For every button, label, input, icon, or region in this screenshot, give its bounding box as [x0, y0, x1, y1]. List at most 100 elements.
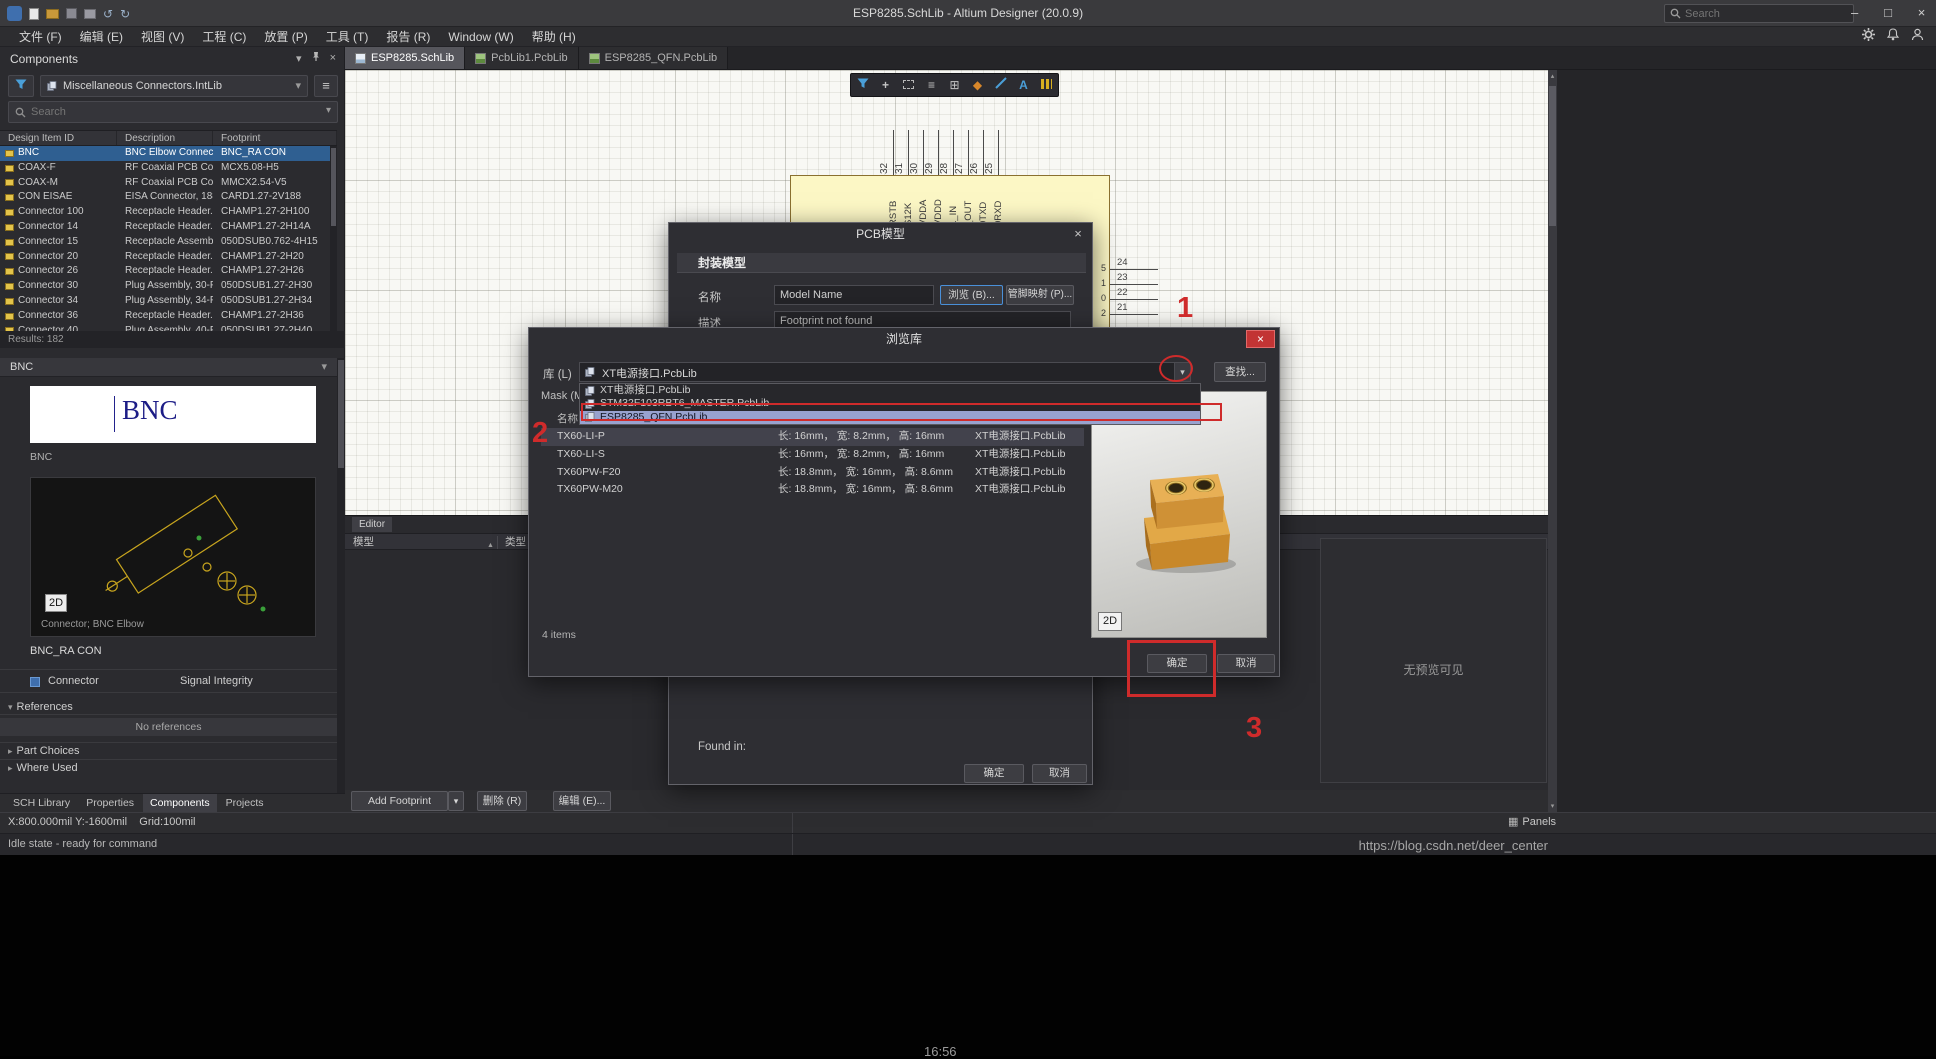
- new-document-icon[interactable]: [29, 8, 39, 20]
- gear-icon[interactable]: [1862, 28, 1875, 46]
- component-search-box[interactable]: ▾: [8, 101, 338, 123]
- close-icon[interactable]: ×: [1246, 330, 1275, 348]
- move-icon[interactable]: +: [876, 74, 896, 96]
- pin-map-button[interactable]: 管脚映射 (P)...: [1006, 285, 1074, 305]
- snap-grid-icon[interactable]: ⊞: [945, 74, 965, 96]
- undo-icon[interactable]: ↺: [103, 7, 113, 21]
- global-search-input[interactable]: [1685, 5, 1850, 22]
- panel-tab-properties[interactable]: Properties: [79, 794, 141, 812]
- panel-tab-sch-library[interactable]: SCH Library: [6, 794, 77, 812]
- panel-scrollbar[interactable]: [337, 358, 345, 793]
- pin-icon[interactable]: [311, 51, 321, 65]
- column-type[interactable]: 类型: [505, 534, 526, 550]
- menu-item[interactable]: 编辑 (E): [71, 27, 132, 47]
- component-row[interactable]: Connector 40Plug Assembly, 40-Pi...050DS…: [0, 324, 337, 331]
- redo-icon[interactable]: ↻: [120, 7, 130, 21]
- footprint-preview[interactable]: 2D Connector; BNC Elbow: [30, 477, 316, 637]
- close-icon[interactable]: ×: [1064, 223, 1092, 245]
- component-row[interactable]: Connector 26Receptacle Header...CHAMP1.2…: [0, 264, 337, 279]
- component-row[interactable]: Connector 100Receptacle Header...CHAMP1.…: [0, 205, 337, 220]
- save-icon[interactable]: [66, 8, 77, 19]
- minimize-button[interactable]: –: [1840, 0, 1869, 27]
- component-row[interactable]: Connector 34Plug Assembly, 34-Pi...050DS…: [0, 294, 337, 309]
- maximize-button[interactable]: □: [1874, 0, 1903, 27]
- component-row[interactable]: Connector 14Receptacle Header...CHAMP1.2…: [0, 220, 337, 235]
- menu-item[interactable]: 报告 (R): [377, 27, 439, 47]
- scroll-down-icon[interactable]: ▾: [1548, 802, 1557, 810]
- browse-button[interactable]: 浏览 (B)...: [940, 285, 1003, 305]
- cancel-button[interactable]: 取消: [1217, 654, 1275, 673]
- document-tab[interactable]: ESP8285_QFN.PcbLib: [579, 47, 729, 69]
- close-panel-icon[interactable]: ×: [330, 52, 336, 64]
- menu-item[interactable]: 视图 (V): [132, 27, 193, 47]
- references-header[interactable]: ▾References: [0, 699, 337, 715]
- menu-item[interactable]: Window (W): [439, 27, 522, 47]
- footprint-row[interactable]: TX60PW-M20长: 18.8mm， 宽: 16mm， 高: 8.6mmXT…: [541, 481, 1084, 499]
- find-button[interactable]: 查找...: [1214, 362, 1266, 382]
- 2d-badge[interactable]: 2D: [1098, 612, 1122, 631]
- select-area-icon[interactable]: [899, 74, 919, 96]
- scroll-up-icon[interactable]: ▴: [1548, 72, 1557, 80]
- ok-button[interactable]: 确定: [964, 764, 1024, 783]
- line-icon[interactable]: [991, 74, 1011, 96]
- open-folder-icon[interactable]: [46, 9, 59, 19]
- 2d-badge[interactable]: 2D: [45, 594, 67, 612]
- footprint-row[interactable]: TX60PW-F20长: 18.8mm， 宽: 16mm， 高: 8.6mmXT…: [541, 464, 1084, 482]
- component-row[interactable]: COAX-MRF Coaxial PCB Con...MMCX2.54-V5: [0, 176, 337, 191]
- menu-item[interactable]: 工程 (C): [193, 27, 255, 47]
- footprint-row[interactable]: TX60-LI-S长: 16mm， 宽: 8.2mm， 高: 16mmXT电源接…: [541, 446, 1084, 464]
- library-selector[interactable]: Miscellaneous Connectors.IntLib ▾: [40, 75, 308, 97]
- polygon-icon[interactable]: ◆: [968, 74, 988, 96]
- component-row[interactable]: COAX-FRF Coaxial PCB Con...MCX5.08-H5: [0, 161, 337, 176]
- add-footprint-button[interactable]: Add Footprint: [351, 791, 448, 811]
- components-table-header[interactable]: Design Item ID Description Footprint: [0, 130, 337, 146]
- filter-button[interactable]: [8, 75, 34, 97]
- panel-tab-components[interactable]: Components: [143, 794, 217, 812]
- chevron-down-icon[interactable]: ▾: [296, 52, 302, 65]
- component-row[interactable]: Connector 15Receptacle Assembl...050DSUB…: [0, 235, 337, 250]
- menu-item[interactable]: 放置 (P): [255, 27, 316, 47]
- library-combo[interactable]: XT电源接口.PcbLib ▾: [579, 362, 1191, 382]
- panel-tab-projects[interactable]: Projects: [219, 794, 271, 812]
- document-tab[interactable]: PcbLib1.PcbLib: [465, 47, 578, 69]
- component-detail-header[interactable]: BNC ▾: [0, 358, 337, 377]
- column-design-item-id[interactable]: Design Item ID: [0, 131, 117, 145]
- library-dropdown-item[interactable]: XT电源接口.PcbLib: [580, 384, 1200, 397]
- sort-asc-icon[interactable]: ▲: [487, 538, 494, 554]
- footprint-row[interactable]: TX60-LI-P长: 16mm， 宽: 8.2mm， 高: 16mmXT电源接…: [541, 428, 1084, 446]
- print-icon[interactable]: [84, 9, 96, 19]
- components-table-scrollbar[interactable]: [330, 146, 337, 331]
- bell-icon[interactable]: [1887, 28, 1899, 46]
- column-description[interactable]: Description: [117, 131, 213, 145]
- document-tab[interactable]: ESP8285.SchLib: [345, 47, 465, 69]
- filter-icon[interactable]: [853, 74, 873, 96]
- global-search-box[interactable]: [1664, 4, 1854, 23]
- delete-button[interactable]: 删除 (R): [477, 791, 527, 811]
- model-name-field[interactable]: [774, 285, 934, 305]
- editor-tab[interactable]: Editor: [352, 517, 392, 532]
- user-icon[interactable]: [1911, 28, 1924, 46]
- column-footprint[interactable]: Footprint: [213, 131, 337, 145]
- component-row[interactable]: BNCBNC Elbow Connect...BNC_RA CON: [0, 146, 337, 161]
- component-row[interactable]: Connector 20Receptacle Header...CHAMP1.2…: [0, 250, 337, 265]
- 3d-preview-panel[interactable]: 2D: [1091, 391, 1267, 638]
- close-button[interactable]: ×: [1907, 0, 1936, 27]
- cancel-button[interactable]: 取消: [1032, 764, 1087, 783]
- chevron-down-icon[interactable]: ▾: [326, 105, 331, 116]
- canvas-vertical-scrollbar[interactable]: ▴ ▾: [1548, 70, 1557, 812]
- align-icon[interactable]: ≡: [922, 74, 942, 96]
- add-footprint-dropdown[interactable]: ▾: [448, 791, 464, 811]
- where-used-header[interactable]: ▸Where Used: [0, 759, 337, 775]
- component-search-input[interactable]: [31, 103, 311, 121]
- component-row[interactable]: Connector 30Plug Assembly, 30-Pi...050DS…: [0, 279, 337, 294]
- pads-icon[interactable]: [1037, 74, 1057, 96]
- panels-button[interactable]: ▦Panels: [1508, 815, 1556, 828]
- menu-item[interactable]: 工具 (T): [317, 27, 378, 47]
- chevron-down-icon[interactable]: ▾: [321, 358, 327, 377]
- component-row[interactable]: CON EISAEEISA Connector, 188...CARD1.27-…: [0, 190, 337, 205]
- menu-item[interactable]: 帮助 (H): [523, 27, 585, 47]
- component-row[interactable]: Connector 36Receptacle Header...CHAMP1.2…: [0, 309, 337, 324]
- edit-button[interactable]: 编辑 (E)...: [553, 791, 611, 811]
- menu-item[interactable]: 文件 (F): [10, 27, 71, 47]
- part-choices-header[interactable]: ▸Part Choices: [0, 742, 337, 758]
